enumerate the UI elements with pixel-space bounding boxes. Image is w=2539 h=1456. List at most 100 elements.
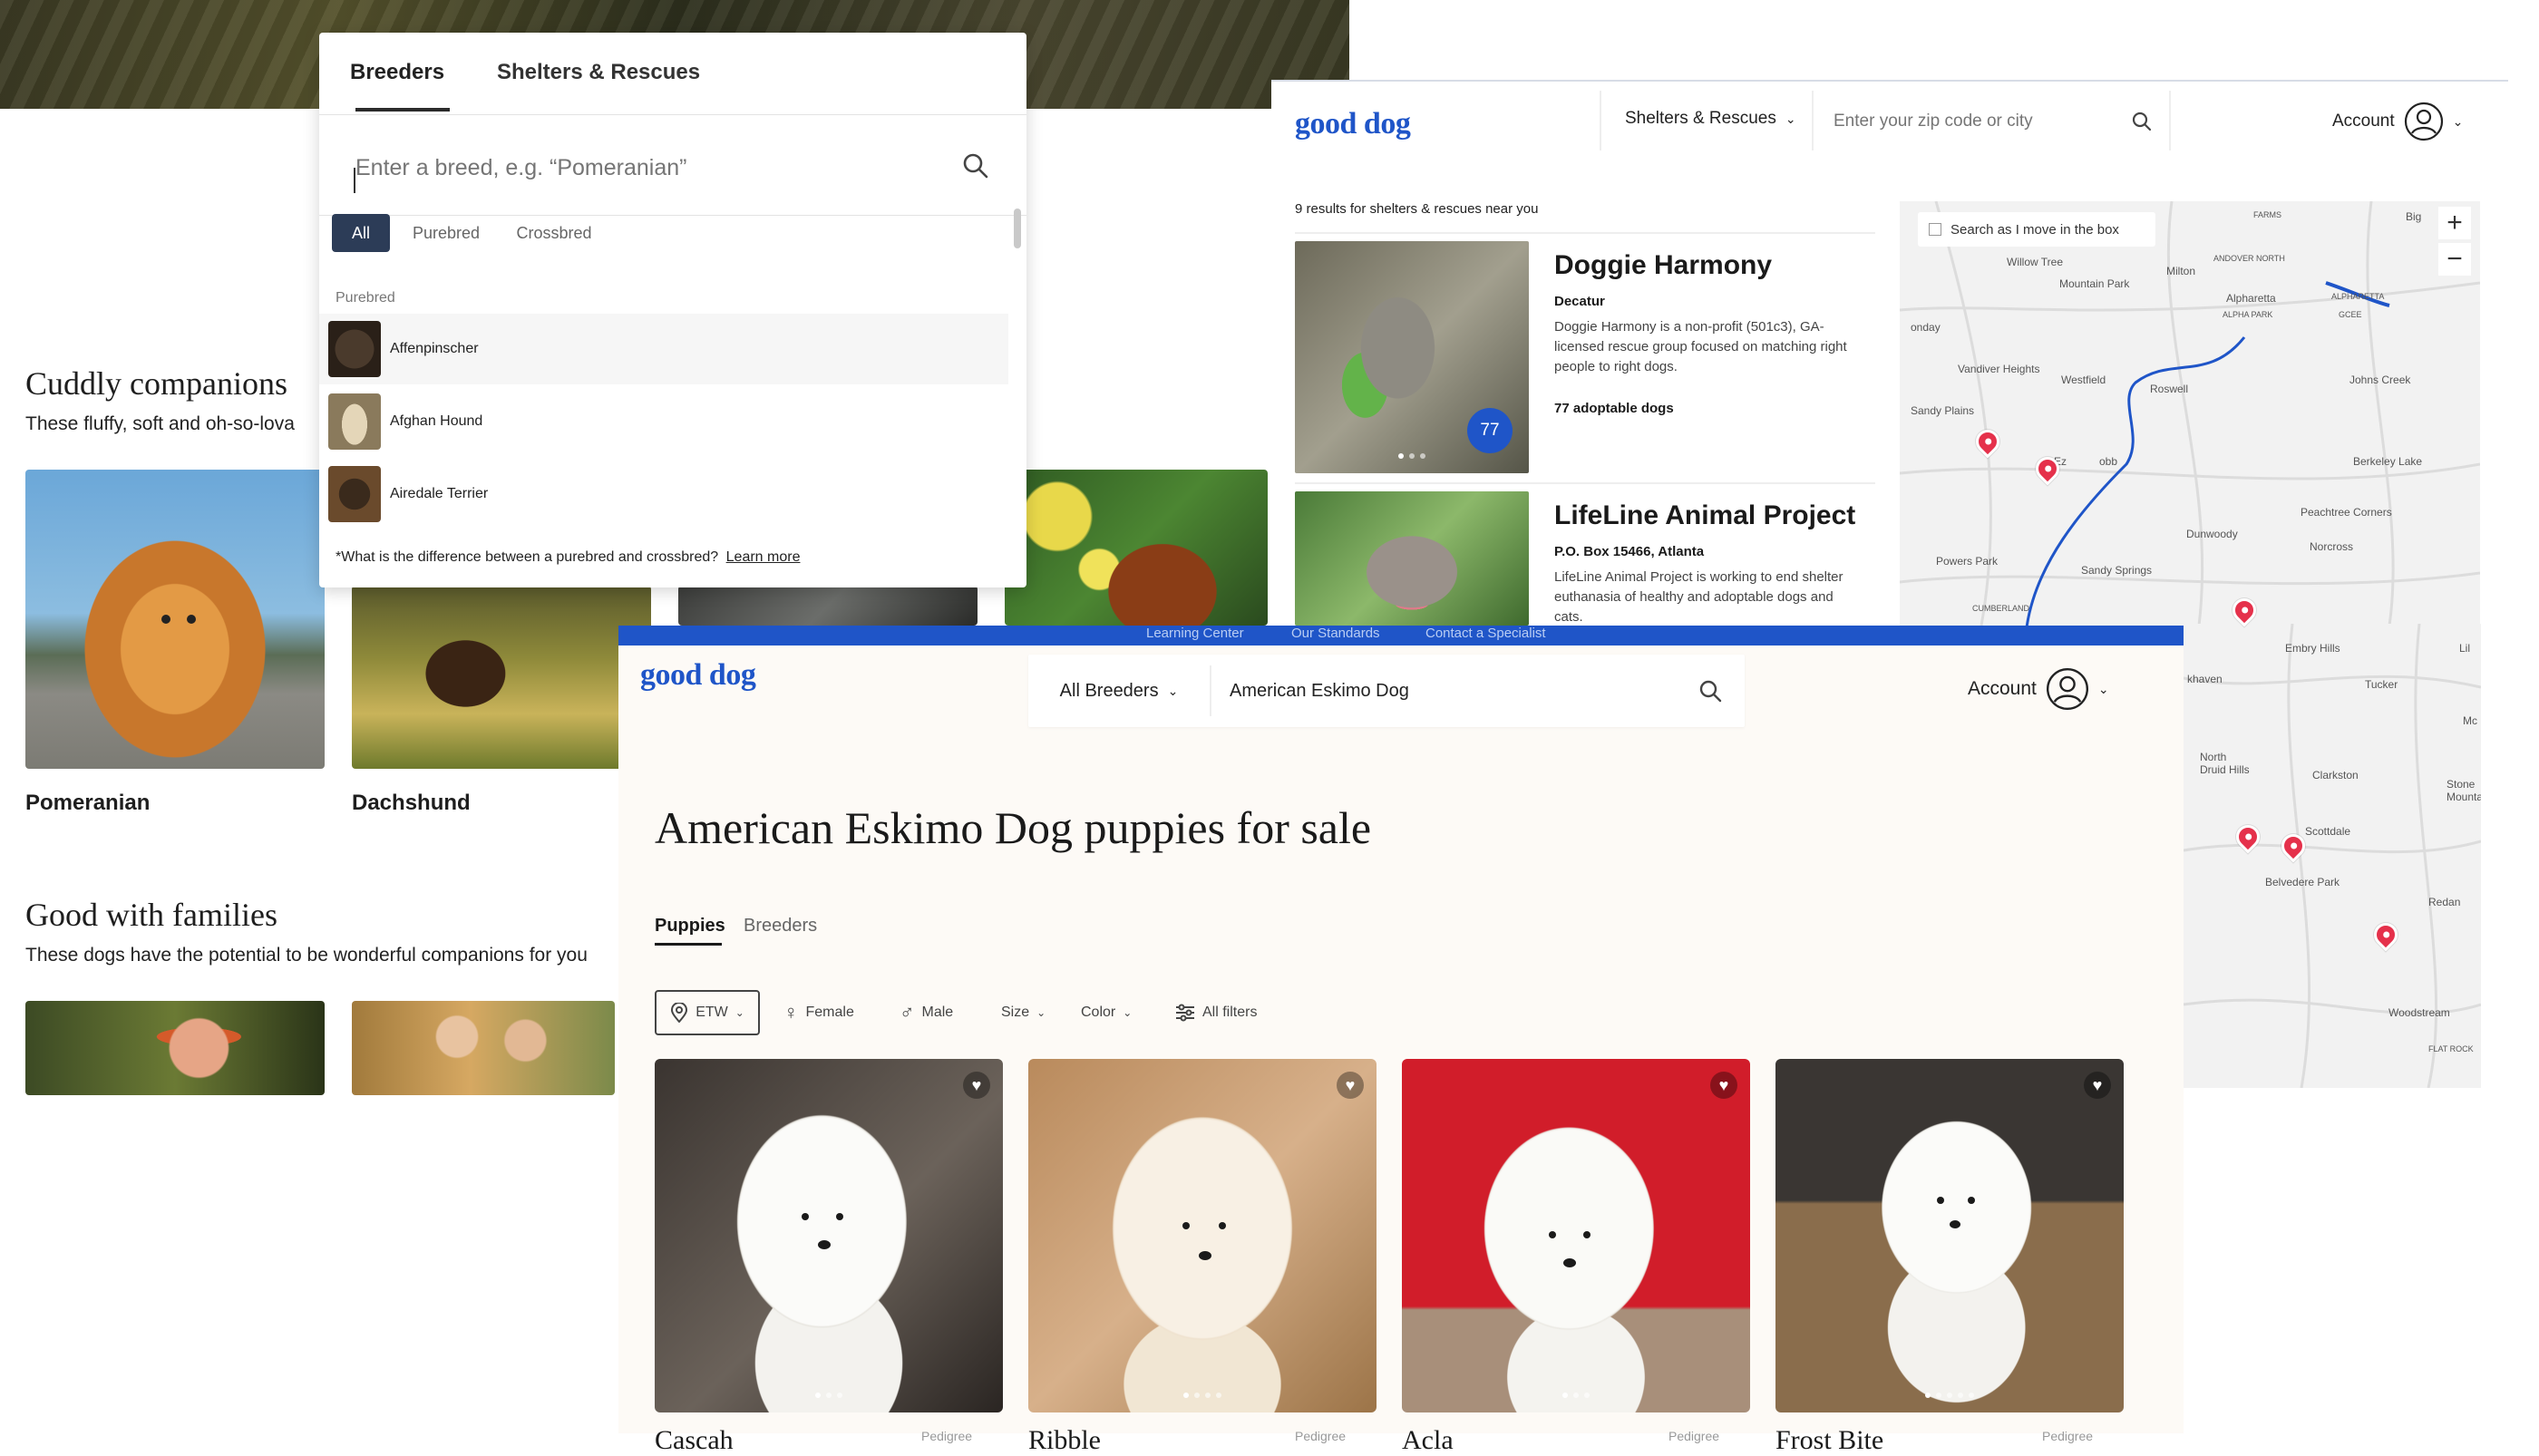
zoom-in-button[interactable]: +	[2438, 207, 2471, 239]
map-label: Tucker	[2365, 678, 2398, 691]
female-filter[interactable]: ♀ Female	[783, 990, 854, 1035]
breed-search-bar: All Breeders ⌄	[1028, 655, 1745, 727]
shelter-location: Decatur	[1554, 294, 1605, 309]
breed-card-3[interactable]	[678, 586, 978, 626]
list-item[interactable]: Afghan Hound	[319, 386, 1008, 457]
nav-dropdown-shelters[interactable]: Shelters & Rescues ⌄	[1625, 109, 1796, 129]
shelter-location: P.O. Box 15466, Atlanta	[1554, 544, 1705, 559]
map-search-toggle-label: Search as I move in the box	[1950, 221, 2119, 238]
our-standards-link[interactable]: Our Standards	[1291, 626, 1380, 641]
tab-breeders[interactable]: Breeders	[350, 60, 444, 85]
filter-chip-all[interactable]: All	[332, 214, 390, 252]
tab-puppies[interactable]: Puppies	[655, 916, 725, 937]
learn-more-link[interactable]: Learn more	[726, 549, 801, 565]
breed-search-input[interactable]	[1230, 673, 1665, 709]
map-label: Powers Park	[1936, 555, 1999, 568]
breed-name-dachshund[interactable]: Dachshund	[352, 791, 471, 816]
list-item[interactable]: Affenpinscher	[319, 314, 1008, 384]
carousel-dots	[1183, 1393, 1221, 1398]
location-filter[interactable]: ETW ⌄	[655, 990, 760, 1035]
breed-search-field[interactable]	[319, 114, 1026, 216]
map-search-toggle[interactable]: Search as I move in the box	[1918, 212, 2155, 247]
list-item[interactable]: Airedale Terrier	[319, 459, 1008, 529]
zip-input[interactable]	[1834, 105, 2106, 138]
breed-card-pomeranian[interactable]	[25, 470, 325, 769]
map-label: obb	[2099, 455, 2118, 468]
male-filter-label: Male	[921, 1005, 954, 1020]
breed-thumbnail	[328, 466, 381, 522]
breed-search-panel: Breeders Shelters & Rescues All Purebred…	[319, 33, 1026, 587]
breed-search-input[interactable]	[355, 150, 936, 186]
list-item-label: Affenpinscher	[390, 341, 479, 356]
map-label: Peachtree Corners	[2301, 506, 2392, 519]
family-card-2[interactable]	[352, 1001, 615, 1095]
puppy-card[interactable]: ♥	[1028, 1059, 1377, 1412]
breed-card-cavalier[interactable]	[1005, 470, 1268, 626]
map-label: Roswell	[2150, 383, 2189, 395]
breed-thumbnail	[328, 393, 381, 450]
male-filter[interactable]: ♂ Male	[900, 990, 953, 1035]
shelter-photo[interactable]	[1295, 491, 1529, 626]
shelter-description: Doggie Harmony is a non-profit (501c3), …	[1554, 319, 1847, 374]
tab-shelters-rescues[interactable]: Shelters & Rescues	[497, 60, 700, 85]
puppy-name[interactable]: Acla	[1402, 1425, 1454, 1456]
puppy-card[interactable]: ♥	[1775, 1059, 2124, 1412]
logo[interactable]: good dog	[1295, 107, 1411, 141]
puppy-tag: Pedigree	[921, 1429, 973, 1443]
all-filters-button[interactable]: All filters	[1175, 990, 1257, 1035]
search-icon[interactable]	[1698, 678, 1723, 704]
nav-dropdown-breeders[interactable]: All Breeders ⌄	[1028, 655, 1210, 727]
map-label: Redan	[2428, 896, 2461, 908]
account-label: Account	[2332, 112, 2395, 131]
map-label: ALPHA PARK	[2223, 310, 2273, 319]
shelter-name[interactable]: LifeLine Animal Project	[1554, 500, 1855, 531]
filter-chip-crossbred[interactable]: Crossbred	[504, 214, 604, 252]
results-count: 9 results for shelters & rescues near yo…	[1295, 201, 1539, 217]
zoom-out-button[interactable]: −	[2438, 243, 2471, 276]
heart-icon[interactable]: ♥	[1710, 1072, 1737, 1099]
heart-icon[interactable]: ♥	[2084, 1072, 2111, 1099]
chevron-down-icon: ⌄	[1036, 1006, 1046, 1019]
search-icon[interactable]	[961, 151, 990, 180]
account-menu[interactable]: Account ⌄	[2332, 102, 2463, 141]
shelter-photo[interactable]: 77	[1295, 241, 1529, 473]
chevron-down-icon: ⌄	[2452, 113, 2464, 129]
user-icon	[2404, 102, 2443, 141]
heart-icon[interactable]: ♥	[1337, 1072, 1364, 1099]
contact-specialist-link[interactable]: Contact a Specialist	[1425, 626, 1546, 641]
nav-dropdown-label: Shelters & Rescues	[1625, 109, 1776, 128]
breed-name-pomeranian[interactable]: Pomeranian	[25, 791, 150, 816]
list-item-label: Afghan Hound	[390, 413, 483, 429]
puppy-eye	[1182, 1222, 1190, 1229]
breed-thumbnail	[328, 321, 381, 377]
size-filter[interactable]: Size ⌄	[1001, 990, 1046, 1035]
location-pin-icon	[671, 1003, 688, 1023]
shelter-description: LifeLine Animal Project is working to en…	[1554, 569, 1843, 625]
puppy-card[interactable]: ♥	[1402, 1059, 1750, 1412]
section-subtitle-cuddly: These fluffy, soft and oh-so-lova	[25, 413, 295, 434]
scrollbar-thumb[interactable]	[1014, 209, 1021, 248]
learning-center-link[interactable]: Learning Center	[1146, 626, 1244, 641]
search-icon[interactable]	[2131, 111, 2153, 132]
puppy-name[interactable]: Ribble	[1028, 1425, 1101, 1456]
heart-icon[interactable]: ♥	[963, 1072, 990, 1099]
puppy-card[interactable]: ♥	[655, 1059, 1003, 1412]
group-label-purebred: Purebred	[336, 290, 395, 306]
map-label: CUMBERLAND	[1972, 604, 2030, 613]
color-filter[interactable]: Color ⌄	[1081, 990, 1132, 1035]
shelter-name[interactable]: Doggie Harmony	[1554, 250, 1772, 281]
logo[interactable]: good dog	[640, 658, 756, 693]
family-card-1[interactable]	[25, 1001, 325, 1095]
filter-chip-purebred[interactable]: Purebred	[403, 214, 490, 252]
sliders-icon	[1176, 1004, 1194, 1022]
map-continued[interactable]: Embry Hills Tucker North Druid Hills Cla…	[2184, 624, 2481, 1088]
map-label: GCEE	[2339, 310, 2362, 319]
map-label: onday	[1911, 321, 1941, 334]
checkbox[interactable]	[1929, 223, 1941, 236]
puppy-name[interactable]: Frost Bite	[1775, 1425, 1883, 1456]
puppy-name[interactable]: Cascah	[655, 1425, 734, 1456]
breed-card-dachshund[interactable]	[352, 586, 651, 769]
tab-breeders[interactable]: Breeders	[744, 916, 817, 937]
map[interactable]: Search as I move in the box + − Willow T…	[1900, 201, 2480, 626]
account-menu[interactable]: Account ⌄	[1968, 667, 2109, 711]
